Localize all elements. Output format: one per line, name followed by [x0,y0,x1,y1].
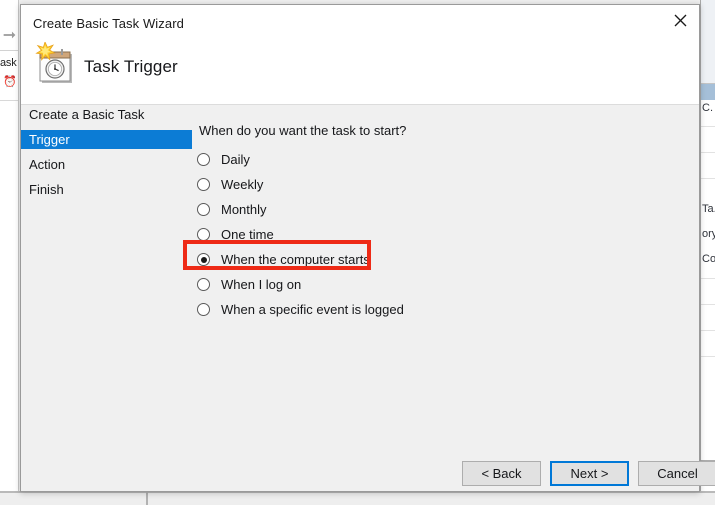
dialog-title: Create Basic Task Wizard [33,16,184,31]
sidebar-item-action[interactable]: Action [21,155,196,174]
radio-option-when-i-log-on[interactable]: When I log on [197,272,617,297]
radio-option-label: When the computer starts [221,252,370,267]
background-right-text-0: C. [702,102,713,114]
radio-icon [197,228,210,241]
background-right-row [701,356,715,357]
dialog-footer: < Back Next > Cancel [21,446,715,491]
dialog-body: Create a Basic Task Trigger Action Finis… [21,105,699,446]
radio-option-when-the-computer-starts[interactable]: When the computer starts [197,247,617,272]
background-divider [0,50,18,51]
wizard-step-list: Create a Basic Task Trigger Action Finis… [21,105,196,205]
background-right-row [701,152,715,153]
background-right-header [701,0,715,84]
radio-option-label: Monthly [221,202,267,217]
radio-icon [197,178,210,191]
page-title: Task Trigger [84,57,178,76]
radio-option-when-a-specific-event-is-logged[interactable]: When a specific event is logged [197,297,617,322]
new-scheduled-task-icon [35,40,81,86]
radio-option-daily[interactable]: Daily [197,147,617,172]
sidebar-item-label: Finish [29,182,64,197]
background-right-text-1: Ta. [702,203,715,215]
trigger-options-group: Daily Weekly Monthly One time When the c… [197,147,617,322]
close-icon[interactable] [662,5,699,35]
forward-arrow-icon[interactable]: ➞ [0,26,19,46]
task-clock-icon: ⏰ [3,76,17,88]
background-right-row [701,330,715,331]
radio-option-label: When I log on [221,277,302,292]
background-bottom-fill [0,493,715,505]
sidebar-item-finish[interactable]: Finish [21,180,196,199]
background-left-panel: ➞ ask ⏰ [0,0,19,492]
background-panel-line [0,100,18,101]
back-button[interactable]: < Back [462,461,541,486]
trigger-question-label: When do you want the task to start? [199,123,407,138]
background-right-row [701,178,715,179]
sidebar-item-label: Action [29,157,66,172]
radio-option-label: One time [221,227,274,242]
radio-icon [197,203,210,216]
sidebar-item-label: Trigger [29,132,70,147]
background-right-panel: C. Ta. ory Co [700,0,715,492]
dialog-header: Create Basic Task Wizard Task Trigger [21,5,699,105]
radio-icon [197,303,210,316]
radio-option-label: Weekly [221,177,264,192]
radio-option-monthly[interactable]: Monthly [197,197,617,222]
background-right-row [701,304,715,305]
sidebar-item-trigger[interactable]: Trigger [21,130,192,149]
radio-option-label: When a specific event is logged [221,302,404,317]
next-button[interactable]: Next > [550,461,629,486]
radio-icon [197,153,210,166]
radio-option-weekly[interactable]: Weekly [197,172,617,197]
radio-option-one-time[interactable]: One time [197,222,617,247]
background-right-text-3: Co [702,253,715,265]
background-bottom-splitter [146,491,148,505]
background-left-label: ask [0,57,17,69]
sidebar-item-create-a-basic-task[interactable]: Create a Basic Task [21,105,196,124]
radio-icon-selected [197,253,210,266]
background-right-row [701,278,715,279]
radio-option-label: Daily [221,152,250,167]
background-right-row [701,126,715,127]
cancel-button[interactable]: Cancel [638,461,715,486]
background-right-text-2: ory [702,228,715,240]
sidebar-item-label: Create a Basic Task [29,107,145,122]
create-basic-task-wizard-dialog: Create Basic Task Wizard Task Trigger Cr… [20,4,715,492]
radio-icon [197,278,210,291]
background-right-selected-row [701,84,715,100]
